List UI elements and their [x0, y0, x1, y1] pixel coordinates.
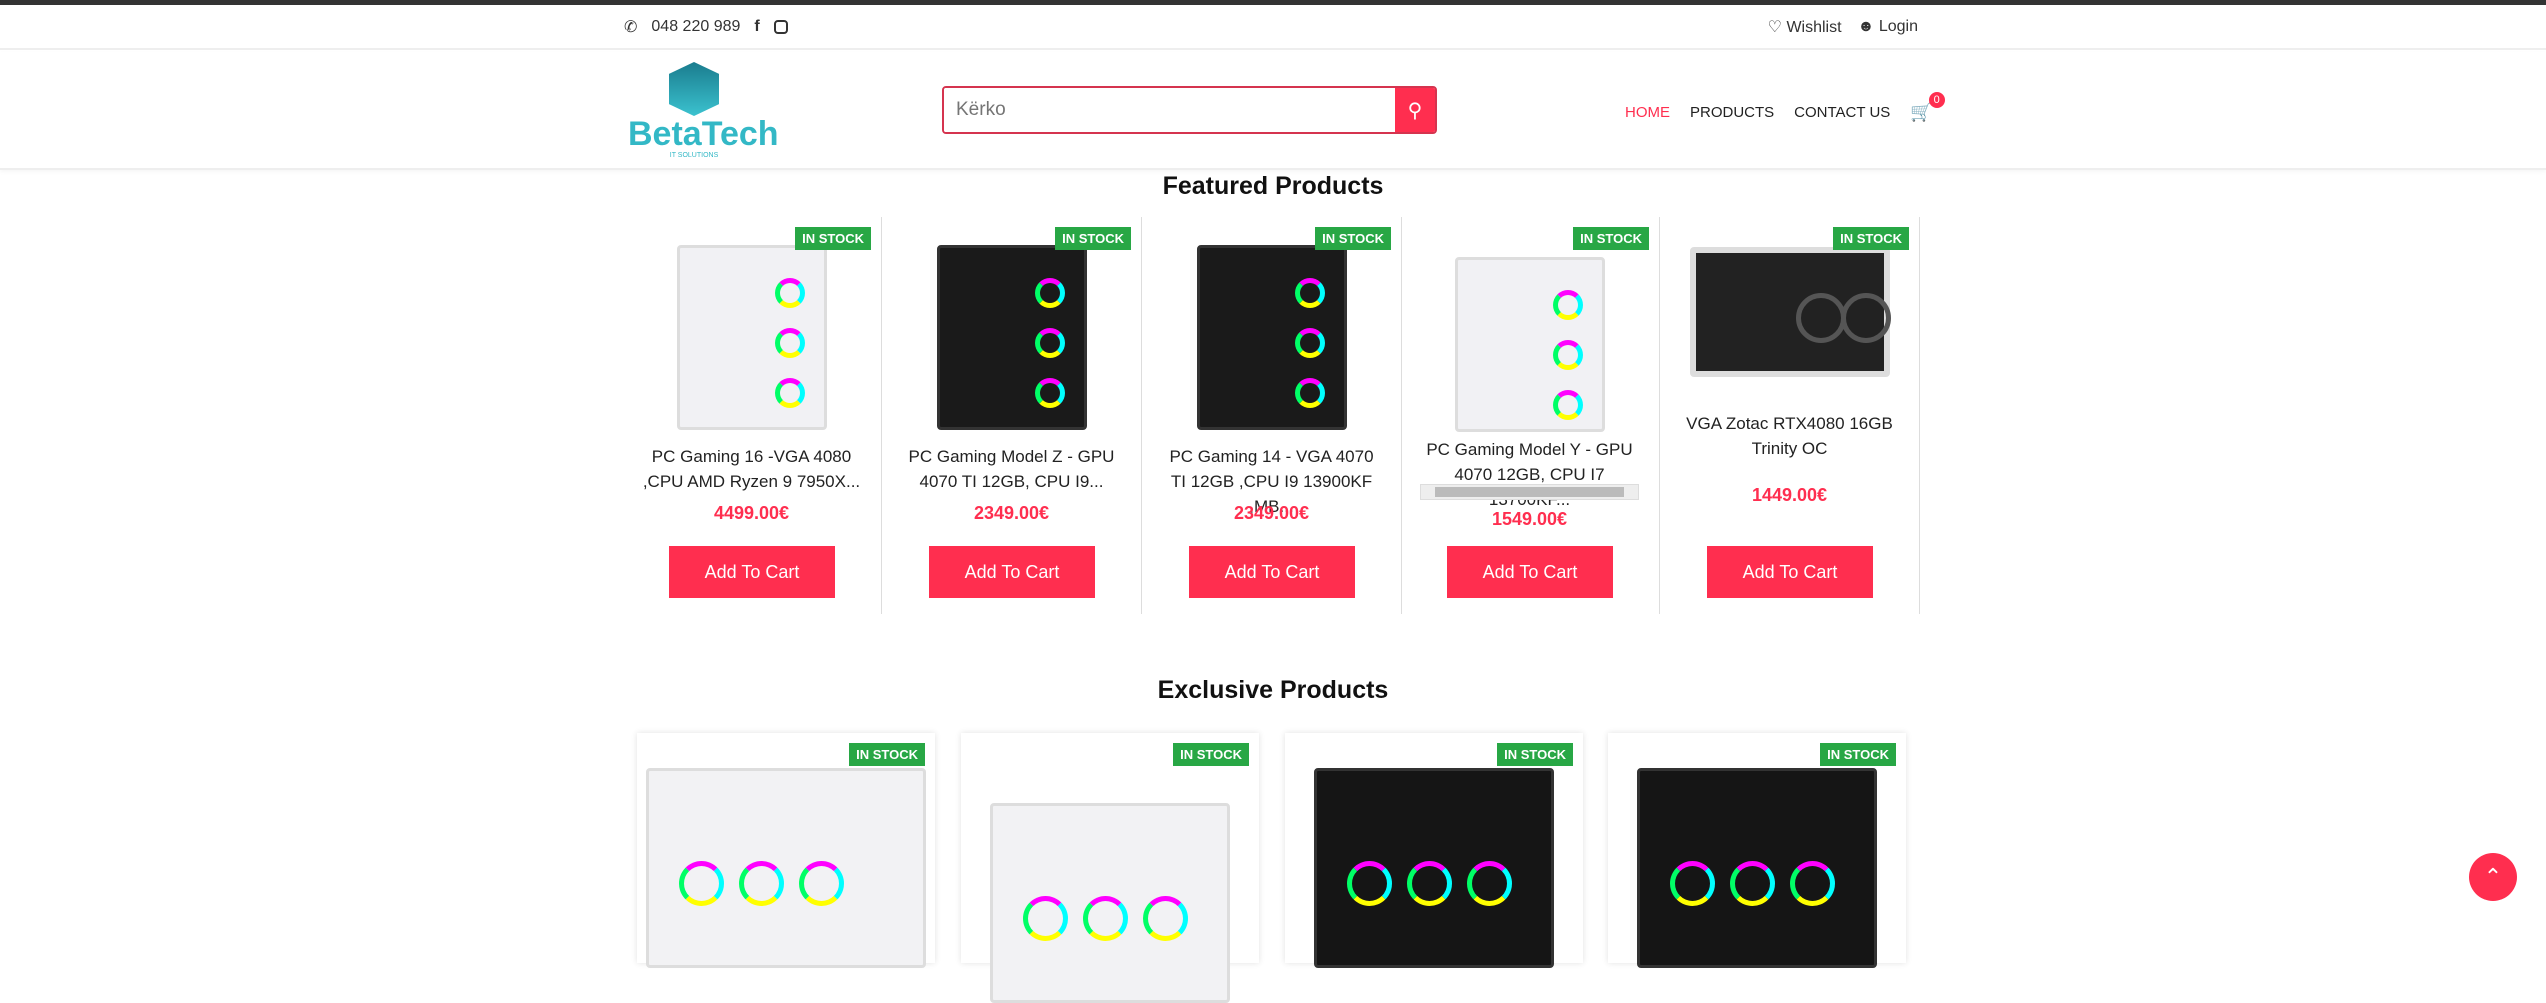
product-card[interactable]: IN STOCK PC Gaming Model Z - GPU 4070 TI… — [882, 217, 1142, 614]
login-link[interactable]: ☻ Login — [1858, 18, 1918, 36]
logo-subtitle: IT SOLUTIONS — [669, 152, 719, 159]
in-stock-badge: IN STOCK — [1497, 743, 1573, 766]
product-card[interactable]: IN STOCK PC Gaming 14 - VGA 4070 TI 12GB… — [1142, 217, 1402, 614]
user-icon: ☻ — [1857, 18, 1875, 35]
in-stock-badge: IN STOCK — [849, 743, 925, 766]
product-image[interactable] — [1637, 768, 1877, 968]
cart-icon: 🛒 — [1910, 102, 1933, 122]
product-image[interactable] — [676, 245, 827, 430]
chevron-up-icon: ⌃ — [2483, 864, 2503, 889]
product-image[interactable] — [646, 768, 926, 968]
add-to-cart-button[interactable]: Add To Cart — [1447, 546, 1613, 598]
product-name[interactable]: VGA Zotac RTX4080 16GB Trinity OC — [1680, 411, 1899, 461]
instagram-icon[interactable] — [773, 20, 788, 34]
add-to-cart-button[interactable]: Add To Cart — [669, 546, 835, 598]
product-image[interactable] — [1689, 247, 1891, 377]
in-stock-badge: IN STOCK — [1833, 227, 1909, 250]
in-stock-badge: IN STOCK — [1173, 743, 1249, 766]
header: BetaTech IT SOLUTIONS ⚲ HOME PRODUCTS CO… — [0, 52, 2546, 170]
in-stock-badge: IN STOCK — [1573, 227, 1649, 250]
add-to-cart-button[interactable]: Add To Cart — [1707, 546, 1873, 598]
nav-home[interactable]: HOME — [1625, 104, 1670, 121]
search-button[interactable]: ⚲ — [1395, 88, 1435, 132]
in-stock-badge: IN STOCK — [795, 227, 871, 250]
horizontal-scrollbar[interactable] — [1420, 484, 1639, 500]
cart-button[interactable]: 🛒 0 — [1910, 92, 1945, 123]
product-name[interactable]: PC Gaming 16 -VGA 4080 ,CPU AMD Ryzen 9 … — [642, 444, 861, 494]
cart-count: 0 — [1928, 92, 1945, 108]
search-input[interactable] — [944, 88, 1395, 132]
featured-title: Featured Products — [1162, 172, 1384, 200]
product-card[interactable]: IN STOCK — [637, 733, 935, 968]
login-label: Login — [1878, 18, 1918, 35]
product-card[interactable]: IN STOCK — [961, 733, 1259, 1003]
heart-icon: ♡ — [1767, 19, 1782, 36]
top-bar: ✆ 048 220 989 f ♡ Wishlist ☻ Login — [0, 5, 2546, 50]
product-price: 1449.00€ — [1751, 485, 1828, 505]
in-stock-badge: IN STOCK — [1315, 227, 1391, 250]
product-name[interactable]: PC Gaming Model Z - GPU 4070 TI 12GB, CP… — [902, 444, 1121, 494]
logo-icon — [669, 62, 719, 116]
product-image[interactable] — [936, 245, 1087, 430]
search-bar: ⚲ — [942, 86, 1437, 134]
logo[interactable]: BetaTech IT SOLUTIONS — [628, 62, 779, 159]
phone-icon: ✆ — [624, 19, 638, 36]
logo-name: BetaTech — [628, 115, 779, 153]
product-name[interactable]: PC Gaming Model Y - GPU 4070 12GB, CPU I… — [1420, 437, 1639, 512]
add-to-cart-button[interactable]: Add To Cart — [1189, 546, 1355, 598]
in-stock-badge: IN STOCK — [1820, 743, 1896, 766]
nav-contact[interactable]: CONTACT US — [1794, 104, 1890, 121]
nav-products[interactable]: PRODUCTS — [1690, 104, 1774, 121]
product-price: 4499.00€ — [713, 503, 790, 523]
main-nav: HOME PRODUCTS CONTACT US 🛒 0 — [1625, 92, 1945, 123]
product-image[interactable] — [1314, 768, 1554, 968]
product-image[interactable] — [990, 803, 1230, 1003]
phone-number: 048 220 989 — [651, 18, 741, 35]
product-image[interactable] — [1196, 245, 1347, 430]
product-card[interactable]: IN STOCK PC Gaming Model Y - GPU 4070 12… — [1400, 217, 1660, 614]
search-icon: ⚲ — [1407, 99, 1423, 122]
product-price: 2349.00€ — [973, 503, 1050, 523]
product-card[interactable]: IN STOCK PC Gaming 16 -VGA 4080 ,CPU AMD… — [622, 217, 882, 614]
product-price: 1549.00€ — [1491, 509, 1568, 529]
product-card[interactable]: IN STOCK — [1285, 733, 1583, 968]
product-image[interactable] — [1454, 257, 1605, 432]
exclusive-title: Exclusive Products — [1157, 676, 1389, 704]
in-stock-badge: IN STOCK — [1055, 227, 1131, 250]
wishlist-label: Wishlist — [1786, 19, 1842, 36]
back-to-top-button[interactable]: ⌃ — [2469, 853, 2517, 901]
product-card[interactable]: IN STOCK — [1608, 733, 1906, 968]
product-card[interactable]: IN STOCK VGA Zotac RTX4080 16GB Trinity … — [1660, 217, 1920, 614]
add-to-cart-button[interactable]: Add To Cart — [929, 546, 1095, 598]
wishlist-link[interactable]: ♡ Wishlist — [1768, 17, 1842, 37]
product-price: 2349.00€ — [1233, 503, 1310, 523]
facebook-icon[interactable]: f — [754, 18, 759, 36]
